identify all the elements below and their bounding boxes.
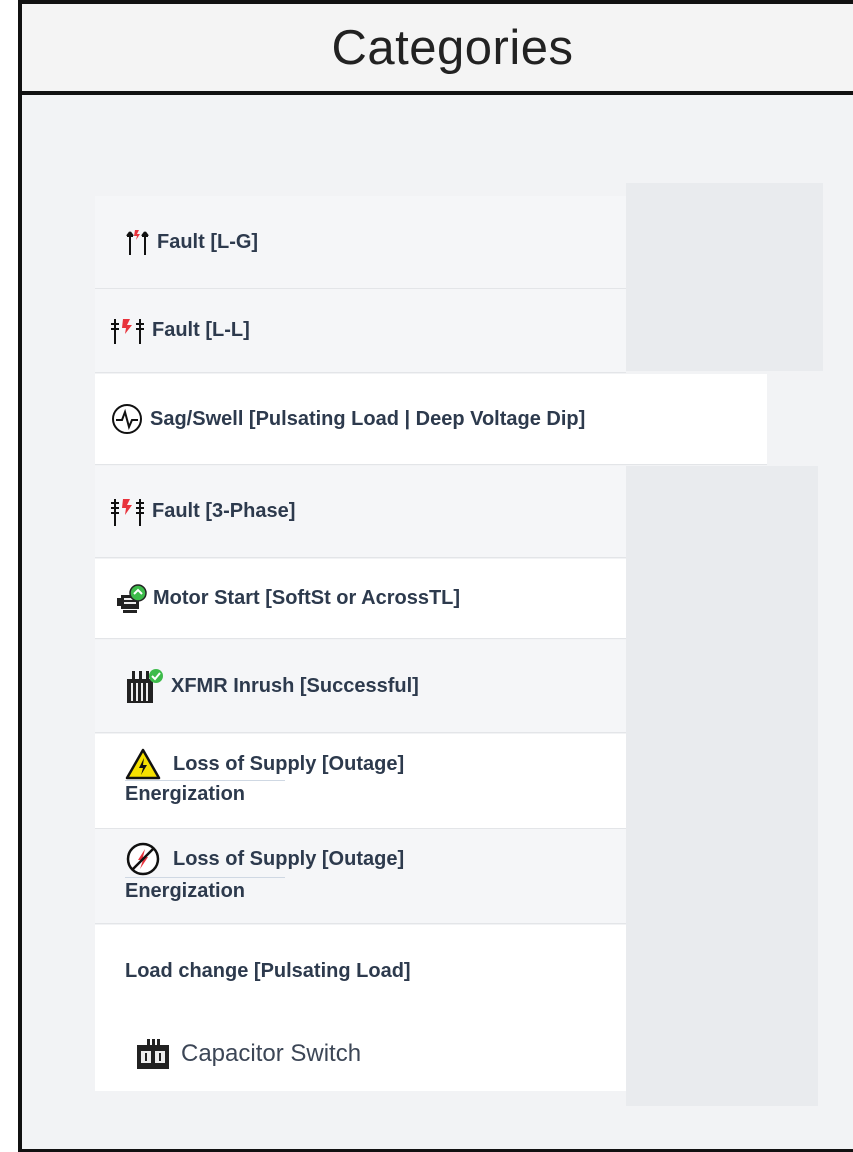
category-item-fault-lg[interactable]: Fault [L-G]: [95, 196, 626, 289]
category-label: Motor Start [SoftSt or AcrossTL]: [153, 587, 461, 609]
no-bolt-icon: [125, 841, 161, 877]
divider: [125, 780, 285, 781]
fault-lg-icon: [125, 228, 151, 256]
category-item-xfmr-inrush[interactable]: XFMR Inrush [Successful]: [95, 640, 626, 733]
category-label: Loss of Supply [Outage]: [173, 752, 405, 775]
category-item-fault-3phase[interactable]: Fault [3-Phase]: [95, 466, 626, 558]
category-label: Sag/Swell [Pulsating Load | Deep Voltage…: [150, 407, 586, 430]
waveform-circle-icon: [110, 402, 144, 436]
category-item-sag-swell[interactable]: Sag/Swell [Pulsating Load | Deep Voltage…: [95, 374, 767, 465]
page-title: Categories: [331, 20, 574, 75]
side-panel-bottom: [626, 466, 818, 1106]
category-item-loss-of-supply-blocked[interactable]: Loss of Supply [Outage] Energization: [95, 829, 626, 924]
category-label: Fault [3-Phase]: [152, 500, 296, 522]
motor-icon: [115, 583, 147, 615]
category-label: XFMR Inrush [Successful]: [171, 674, 419, 697]
transformer-check-icon: [123, 667, 165, 705]
category-sublabel: Energization: [125, 880, 246, 902]
warning-bolt-icon: [125, 748, 161, 780]
category-sublabel: Energization: [125, 783, 246, 805]
categories-header: Categories: [18, 0, 853, 95]
capacitor-icon: [133, 1037, 171, 1071]
category-label: Capacitor Switch: [181, 1040, 362, 1067]
side-panel-top: [626, 183, 823, 371]
category-label: Fault [L-G]: [157, 230, 259, 253]
category-label: Load change [Pulsating Load]: [125, 959, 411, 982]
category-item-loss-of-supply-warning[interactable]: Loss of Supply [Outage] Energization: [95, 734, 626, 829]
fault-ll-icon: [110, 317, 146, 345]
category-item-fault-ll[interactable]: Fault [L-L]: [95, 289, 626, 373]
fault-3phase-icon: [110, 497, 146, 527]
category-item-load-change[interactable]: Load change [Pulsating Load]: [95, 925, 626, 1017]
category-label: Fault [L-L]: [152, 319, 250, 341]
category-item-motor-start[interactable]: Motor Start [SoftSt or AcrossTL]: [95, 559, 626, 639]
divider: [125, 877, 285, 878]
category-label: Loss of Supply [Outage]: [173, 847, 405, 870]
category-item-capacitor-switch[interactable]: Capacitor Switch: [95, 1017, 626, 1091]
